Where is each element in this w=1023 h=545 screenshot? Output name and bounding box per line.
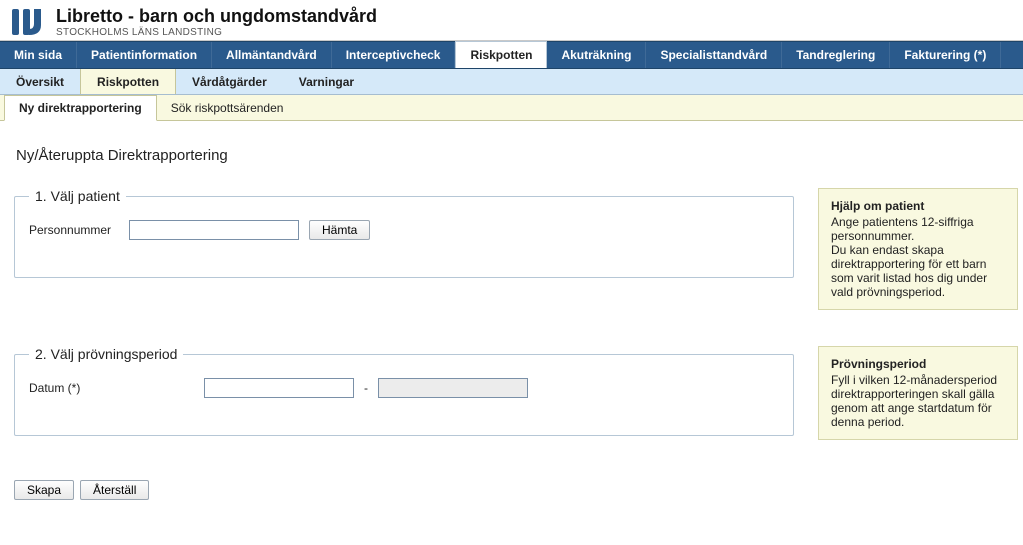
page-title: Ny/Återuppta Direktrapportering xyxy=(16,147,1009,164)
tab-ny-direktrapportering[interactable]: Ny direktrapportering xyxy=(4,95,157,121)
datum-label: Datum (*) xyxy=(29,381,194,395)
subtab-vardatgarder[interactable]: Vårdåtgärder xyxy=(176,69,283,94)
nav-patientinformation[interactable]: Patientinformation xyxy=(77,42,212,68)
aterstall-button[interactable]: Återställ xyxy=(80,480,149,500)
footer-buttons: Skapa Återställ xyxy=(14,480,1009,500)
nav-primary: Min sida Patientinformation Allmäntandvå… xyxy=(0,41,1023,69)
subtab-riskpotten[interactable]: Riskpotten xyxy=(80,69,176,94)
nav-secondary: Översikt Riskpotten Vårdåtgärder Varning… xyxy=(0,69,1023,95)
nav-tertiary: Ny direktrapportering Sök riskpottsärend… xyxy=(0,95,1023,121)
nav-specialisttandvard[interactable]: Specialisttandvård xyxy=(646,42,782,68)
nav-min-sida[interactable]: Min sida xyxy=(0,42,77,68)
app-subtitle: STOCKHOLMS LÄNS LANDSTING xyxy=(56,27,377,38)
subtab-oversikt[interactable]: Översikt xyxy=(0,69,80,94)
nav-interceptivcheck[interactable]: Interceptivcheck xyxy=(332,42,456,68)
datum-from-input[interactable] xyxy=(204,378,354,398)
help-period-title: Prövningsperiod xyxy=(831,357,1005,371)
datum-to-input xyxy=(378,378,528,398)
section2-legend: 2. Välj prövningsperiod xyxy=(29,346,183,362)
datum-separator: - xyxy=(364,381,368,395)
help-patient-body: Ange patientens 12-siffriga personnummer… xyxy=(831,215,1005,299)
help-period-body: Fyll i vilken 12-månadersperiod direktra… xyxy=(831,373,1005,429)
personnummer-input[interactable] xyxy=(129,220,299,240)
app-header: Libretto - barn och ungdomstandvård STOC… xyxy=(0,0,1023,40)
hamta-button[interactable]: Hämta xyxy=(309,220,370,240)
nav-allmantandvard[interactable]: Allmäntandvård xyxy=(212,42,332,68)
help-provningsperiod: Prövningsperiod Fyll i vilken 12-månader… xyxy=(818,346,1018,440)
section1-legend: 1. Välj patient xyxy=(29,188,126,204)
nav-akutrakning[interactable]: Akuträkning xyxy=(547,42,646,68)
help-patient: Hjälp om patient Ange patientens 12-siff… xyxy=(818,188,1018,310)
nav-riskpotten[interactable]: Riskpotten xyxy=(455,41,547,68)
nav-fakturering[interactable]: Fakturering (*) xyxy=(890,42,1001,68)
skapa-button[interactable]: Skapa xyxy=(14,480,74,500)
nav-tandreglering[interactable]: Tandreglering xyxy=(782,42,890,68)
personnummer-label: Personnummer xyxy=(29,223,119,237)
tab-sok-riskpottsarenden[interactable]: Sök riskpottsärenden xyxy=(157,95,298,120)
subtab-varningar[interactable]: Varningar xyxy=(283,69,370,94)
help-patient-title: Hjälp om patient xyxy=(831,199,1005,213)
section-valj-patient: 1. Välj patient Personnummer Hämta xyxy=(14,188,794,278)
app-title: Libretto - barn och ungdomstandvård xyxy=(56,6,377,27)
sll-logo-icon xyxy=(10,7,46,37)
page-body: Ny/Återuppta Direktrapportering 1. Välj … xyxy=(0,121,1023,516)
section-valj-provningsperiod: 2. Välj prövningsperiod Datum (*) - xyxy=(14,346,794,436)
